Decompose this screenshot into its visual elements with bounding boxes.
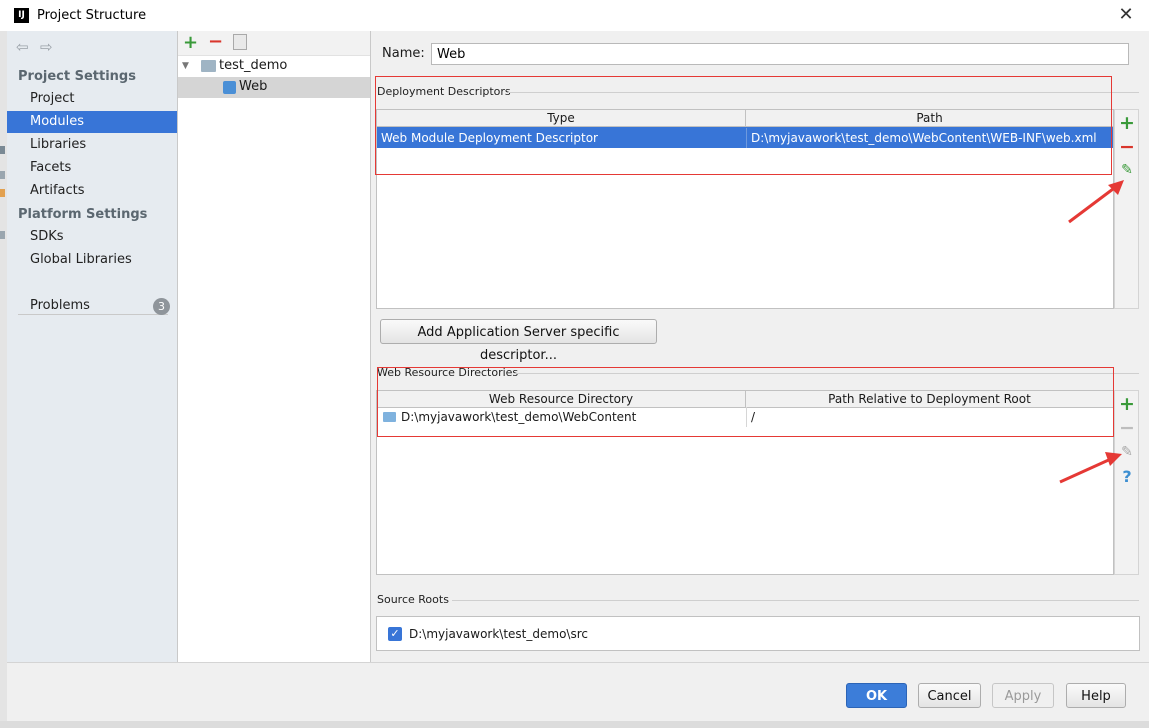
- settings-sidebar: ⇦ ⇨ Project Settings Project Modules Lib…: [7, 31, 178, 662]
- background-chip: [0, 146, 5, 154]
- add-server-descriptor-button[interactable]: Add Application Server specific descript…: [380, 319, 657, 363]
- platform-settings-heading: Platform Settings: [18, 207, 148, 222]
- apply-button: Apply: [992, 683, 1054, 708]
- source-roots-list: ✓ D:\myjavawork\test_demo\src: [376, 616, 1140, 651]
- tree-node-web-row[interactable]: Web: [178, 77, 370, 98]
- cancel-button[interactable]: Cancel: [918, 683, 981, 708]
- background-chip: [0, 231, 5, 239]
- sidebar-item-sdks[interactable]: SDKs: [7, 226, 177, 248]
- background-chip: [0, 171, 5, 179]
- sidebar-item-project[interactable]: Project: [7, 88, 177, 110]
- ok-button[interactable]: OK: [846, 683, 907, 708]
- help-button[interactable]: Help: [1066, 683, 1126, 708]
- tree-node-web: Web: [239, 79, 268, 94]
- intellij-app-icon: IJ: [14, 8, 29, 23]
- sidebar-item-libraries[interactable]: Libraries: [7, 134, 177, 156]
- tree-node-test-demo[interactable]: test_demo: [219, 56, 287, 76]
- forward-arrow-icon[interactable]: ⇨: [40, 38, 53, 56]
- source-root-path: D:\myjavawork\test_demo\src: [409, 627, 588, 641]
- add-directory-icon[interactable]: +: [1115, 393, 1139, 415]
- module-tree-panel: + − ▼ test_demo Web: [178, 31, 371, 662]
- remove-directory-icon: −: [1119, 417, 1135, 439]
- close-window-button[interactable]: ✕: [1114, 4, 1138, 26]
- tree-toolbar: + −: [178, 31, 370, 56]
- group-separator: [452, 600, 1139, 601]
- web-facet-icon: [223, 81, 236, 94]
- name-label: Name:: [382, 46, 425, 61]
- expand-arrow-icon[interactable]: ▼: [182, 56, 189, 76]
- annotation-highlight-box: [375, 76, 1112, 175]
- sidebar-item-modules[interactable]: Modules: [7, 111, 177, 133]
- background-chip: [0, 189, 5, 197]
- annotation-arrow-icon: [1059, 452, 1122, 484]
- problems-count-badge: 3: [153, 298, 170, 315]
- source-roots-heading: Source Roots: [377, 593, 449, 606]
- background-status-strip: [0, 721, 1149, 728]
- copy-icon[interactable]: [233, 34, 247, 50]
- sidebar-item-problems[interactable]: Problems: [7, 295, 177, 317]
- add-descriptor-icon[interactable]: +: [1115, 112, 1139, 134]
- add-icon[interactable]: +: [183, 33, 198, 53]
- annotation-highlight-box: [377, 367, 1114, 437]
- name-input[interactable]: [431, 43, 1129, 65]
- window-title: Project Structure: [37, 8, 147, 23]
- back-arrow-icon[interactable]: ⇦: [16, 38, 29, 56]
- sidebar-item-facets[interactable]: Facets: [7, 157, 177, 179]
- sidebar-item-global-libraries[interactable]: Global Libraries: [7, 249, 177, 271]
- remove-icon[interactable]: −: [208, 32, 223, 52]
- source-root-checkbox[interactable]: ✓: [388, 627, 402, 641]
- module-folder-icon: [201, 60, 216, 72]
- sidebar-item-artifacts[interactable]: Artifacts: [7, 180, 177, 202]
- project-settings-heading: Project Settings: [18, 69, 136, 84]
- title-bar: IJ Project Structure ✕: [0, 0, 1149, 32]
- annotation-arrow-icon: [1068, 180, 1124, 224]
- remove-descriptor-icon[interactable]: −: [1115, 136, 1139, 158]
